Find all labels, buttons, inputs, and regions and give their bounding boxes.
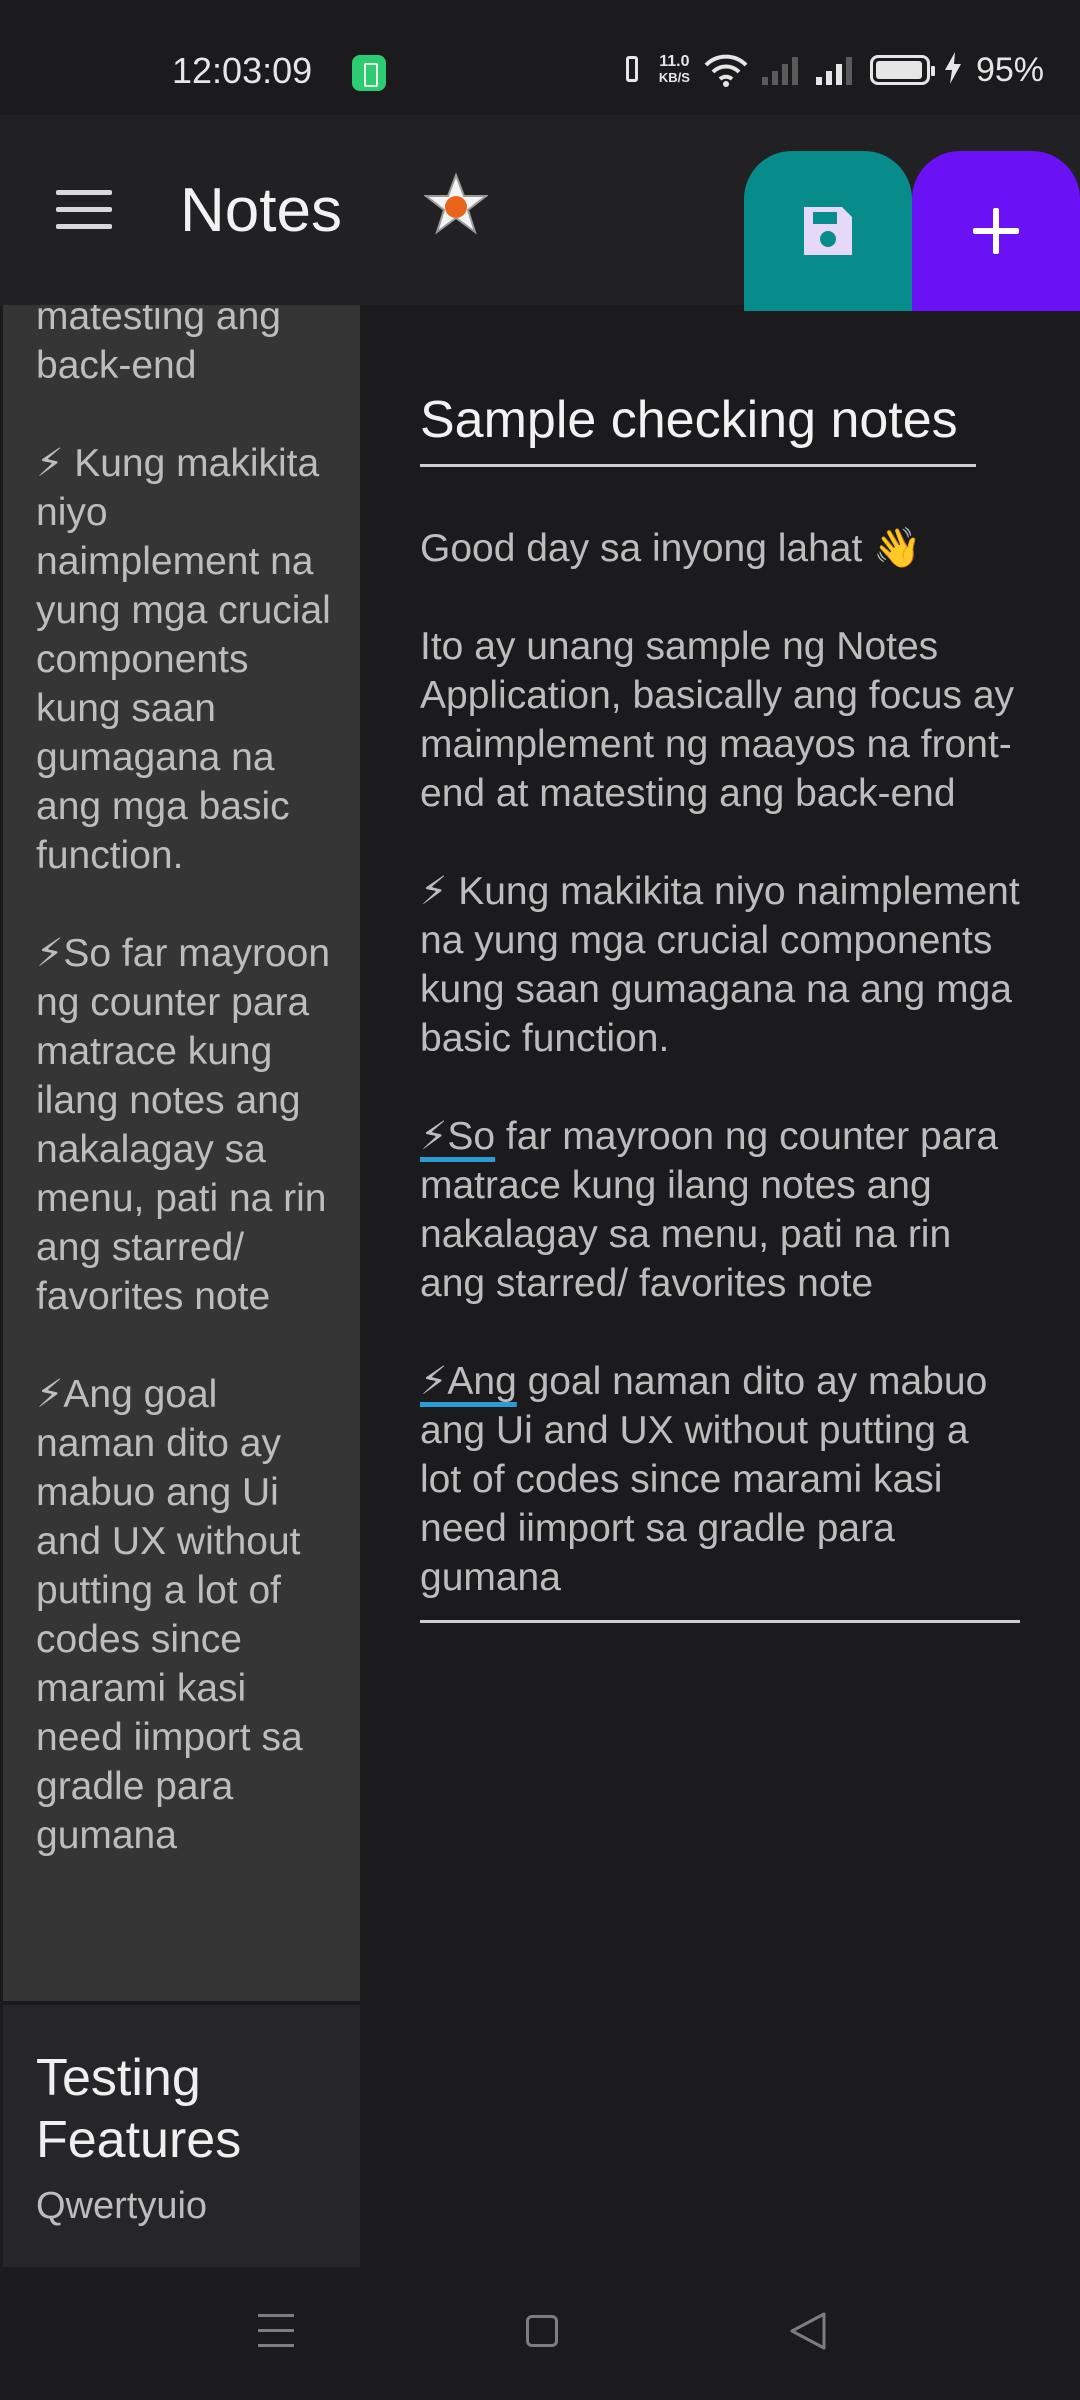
net-speed: 11.0 KB/S: [659, 54, 690, 86]
note-list-item[interactable]: Testing Features Qwertyuio: [3, 2005, 360, 2267]
note-list-item[interactable]: matesting ang back-end ⚡ Kung makikita n…: [3, 305, 360, 2001]
note-title-input[interactable]: Sample checking notes: [420, 390, 976, 467]
spellcheck-underlined-word: ⚡So: [420, 1115, 496, 1158]
battery-icon: [869, 55, 935, 85]
signal-icon-2: [815, 55, 856, 85]
status-time: 12:03:09: [172, 50, 313, 91]
net-speed-unit: KB/S: [658, 70, 690, 85]
body-paragraph: ⚡ Kung makikita niyo naimplement na yung…: [420, 870, 1031, 1060]
note-preview-text: matesting ang back-end ⚡ Kung makikita n…: [36, 305, 331, 1857]
status-icons: 11.0 KB/S 95%: [619, 48, 1044, 92]
note-item-subtitle: Qwertyuio: [36, 2185, 208, 2227]
note-item-title: Testing Features: [36, 2049, 242, 2169]
battery-saver-icon: [352, 55, 386, 91]
body-paragraph: Good day sa inyong lahat 👋: [420, 527, 922, 570]
menu-icon[interactable]: [56, 190, 112, 230]
nav-back-icon[interactable]: [788, 2310, 828, 2357]
wifi-icon: [704, 53, 748, 87]
status-bar: 12:03:09 11.0 KB/S 95%: [0, 0, 1080, 115]
signal-icon-1: [761, 55, 802, 85]
star-icon[interactable]: [423, 172, 489, 236]
note-body-input[interactable]: Good day sa inyong lahat 👋 Ito ay unang …: [420, 524, 1020, 1623]
vibrate-icon: [619, 54, 645, 86]
app-title: Notes: [180, 176, 342, 245]
body-paragraph: Ito ay unang sample ng Notes Application…: [420, 625, 1025, 815]
plus-icon: [973, 208, 1019, 254]
nav-menu-icon[interactable]: [258, 2314, 294, 2350]
net-speed-value: 11.0: [659, 53, 690, 70]
save-button[interactable]: [744, 151, 912, 311]
battery-percent: 95%: [975, 50, 1044, 89]
body-paragraph: far mayroon ng counter para matrace kung…: [420, 1115, 1009, 1305]
nav-home-icon[interactable]: [526, 2315, 558, 2347]
save-icon: [804, 207, 852, 255]
charging-icon: [944, 51, 962, 89]
spellcheck-underlined-word: ⚡Ang: [420, 1360, 517, 1403]
notes-sidebar: matesting ang back-end ⚡ Kung makikita n…: [3, 305, 360, 2267]
add-note-button[interactable]: [912, 151, 1080, 311]
